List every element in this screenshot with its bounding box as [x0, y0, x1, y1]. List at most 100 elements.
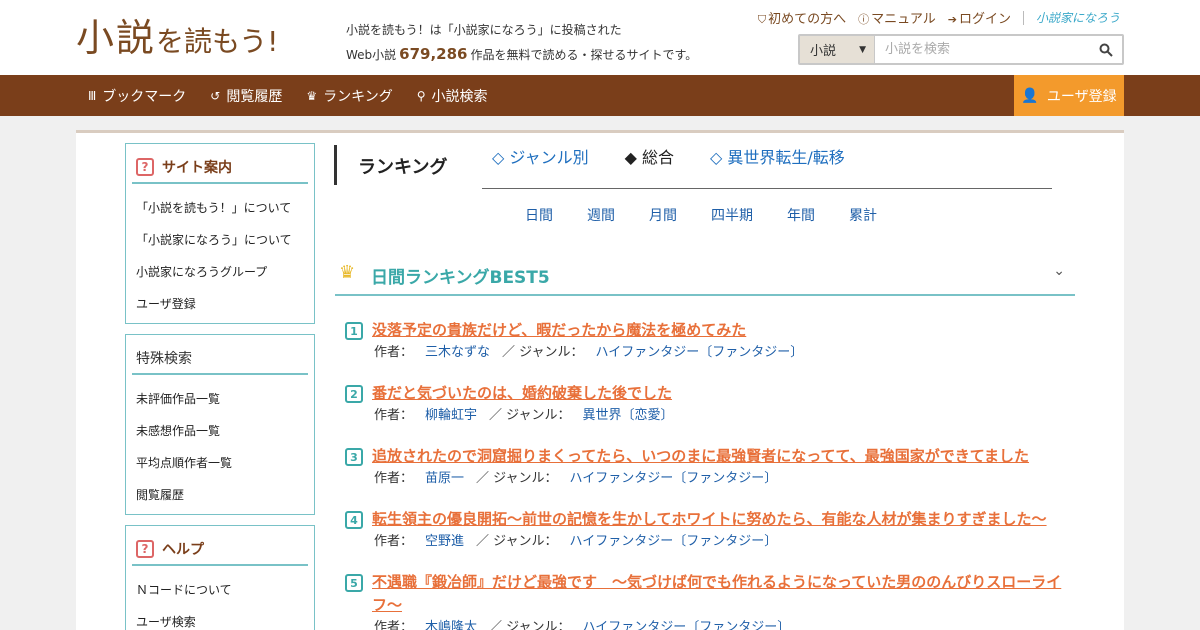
help-heading: ? ヘルプ — [132, 534, 308, 566]
period-tabs: 日間 週間 月間 四半期 年間 累計 — [525, 205, 911, 225]
period-daily[interactable]: 日間 — [525, 205, 553, 225]
ranking-tabs: ◇ ジャンル別 ◆ 総合 ◇ 異世界転生/転移 — [482, 144, 1052, 189]
sidebar-item-unrated[interactable]: 未評価作品一覧 — [126, 383, 314, 415]
site-logo[interactable]: 小説 を読もう! — [76, 12, 278, 62]
ranking-entry: 2 番だと気づいたのは、婚約破棄した後でした 作者： 柳輪虹宇 ／ ジャンル： 異世界… — [345, 382, 1065, 425]
novel-title-link[interactable]: 不遇職『鍛冶師』だけど最強です ～気づけば何でも作れるようになっていた男ののんび… — [345, 571, 1065, 617]
sidebar-item-user-search[interactable]: ユーザ検索 — [126, 606, 314, 630]
sidebar-item-about-narou[interactable]: 「小説家になろう」について — [126, 224, 314, 256]
search-bar: 小説 ▼ — [798, 34, 1124, 65]
author-link[interactable]: 柳輪虹宇 — [425, 408, 477, 423]
question-icon: ? — [136, 158, 154, 176]
nav-item-ranking[interactable]: ♛ ランキング — [306, 86, 392, 106]
author-link[interactable]: 苗原一 — [425, 471, 464, 486]
nav-label: 小説検索 — [431, 88, 488, 105]
period-quarterly[interactable]: 四半期 — [711, 205, 753, 225]
beginner-link[interactable]: ⛉ 初めての方へ — [758, 8, 846, 27]
sidebar-item-avg-authors[interactable]: 平均点順作者一覧 — [126, 447, 314, 479]
chevron-down-icon[interactable]: ⌄ — [1053, 263, 1065, 279]
sidebar-item-about-yomou[interactable]: 「小説を読もう！」について — [126, 192, 314, 224]
site-header: 小説 を読もう! 小説を読もう！は「小説家になろう」に投稿された Web小説 67… — [0, 0, 1200, 75]
page-title: ランキング — [358, 157, 448, 178]
manual-link[interactable]: ⓘ マニュアル — [858, 8, 936, 27]
main-nav: Ⅲ ブックマーク ↺ 閲覧履歴 ♛ ランキング ⚲ 小説検索 👤 ユーザ登録 — [0, 75, 1200, 116]
search-type-value: 小説 — [810, 44, 837, 59]
rank-badge: 5 — [345, 574, 363, 592]
tagline-prefix: Web小説 — [346, 48, 397, 62]
register-label: ユーザ登録 — [1046, 88, 1117, 105]
genre-link[interactable]: ハイファンタジー〔ファンタジー〕 — [596, 345, 804, 360]
author-link[interactable]: 木嶋隆太 — [425, 620, 477, 630]
tab-genre[interactable]: ◇ ジャンル別 — [492, 144, 589, 188]
entry-meta: 作者： 柳輪虹宇 ／ ジャンル： 異世界〔恋愛〕 — [345, 407, 1065, 425]
nav-item-bookmark[interactable]: Ⅲ ブックマーク — [88, 86, 186, 106]
rank-badge: 1 — [345, 322, 363, 340]
best5-header[interactable]: ♛ 日間ランキングBEST5 ⌄ — [335, 251, 1075, 296]
author-link[interactable]: 空野進 — [425, 534, 464, 549]
tab-overall[interactable]: ◆ 総合 — [625, 144, 674, 188]
top-nav: ⛉ 初めての方へ ⓘ マニュアル ➔ ログイン 小説家になろう — [758, 8, 1120, 27]
narou-label: 小説家になろう — [1035, 11, 1120, 25]
ranking-entry: 4 転生領主の優良開拓〜前世の記憶を生かしてホワイトに努めたら、有能な人材が集ま… — [345, 508, 1065, 551]
rank-badge: 2 — [345, 385, 363, 403]
period-total[interactable]: 累計 — [849, 205, 877, 225]
genre-label: ／ ジャンル： — [489, 620, 571, 630]
special-search-title: 特殊検索 — [136, 351, 192, 367]
tab-isekai[interactable]: ◇ 異世界転生/転移 — [710, 144, 845, 188]
period-yearly[interactable]: 年間 — [787, 205, 815, 225]
genre-label: ／ ジャンル： — [502, 345, 584, 360]
genre-label: ／ ジャンル： — [489, 408, 571, 423]
sidebar-special-search: 特殊検索 未評価作品一覧 未感想作品一覧 平均点順作者一覧 閲覧履歴 — [125, 334, 315, 515]
tagline-line2: Web小説 679,286 作品を無料で読める・探せるサイトです。 — [346, 42, 697, 67]
novel-title-link[interactable]: 没落予定の貴族だけど、暇だったから魔法を極めてみた — [345, 319, 1065, 342]
ranking-entry: 3 追放されたので洞窟掘りまくってたら、いつのまに最強賢者になってて、最強国家が… — [345, 445, 1065, 488]
nav-item-search[interactable]: ⚲ 小説検索 — [417, 86, 488, 106]
sidebar-item-register[interactable]: ユーザ登録 — [126, 288, 314, 320]
entry-meta: 作者： 三木なずな ／ ジャンル： ハイファンタジー〔ファンタジー〕 — [345, 344, 1065, 362]
author-label: 作者： — [374, 408, 414, 423]
main-content: ? サイト案内 「小説を読もう！」について 「小説家になろう」について 小説家に… — [76, 130, 1124, 630]
narou-logo-link[interactable]: 小説家になろう — [1036, 9, 1120, 26]
user-icon: 👤 — [1021, 87, 1039, 104]
logo-main-text: 小説 — [76, 16, 157, 60]
history-icon: ↺ — [210, 88, 221, 103]
search-type-select[interactable]: 小説 ▼ — [800, 36, 875, 63]
sidebar-item-narou-group[interactable]: 小説家になろうグループ — [126, 256, 314, 288]
tagline-line1: 小説を読もう！は「小説家になろう」に投稿された — [346, 23, 622, 37]
period-monthly[interactable]: 月間 — [649, 205, 677, 225]
search-input[interactable] — [875, 36, 1090, 63]
ranking-entry: 1 没落予定の貴族だけど、暇だったから魔法を極めてみた 作者： 三木なずな ／ ジャ… — [345, 319, 1065, 362]
search-button[interactable] — [1090, 36, 1122, 63]
search-icon — [1099, 43, 1113, 57]
nav-label: ブックマーク — [102, 88, 187, 105]
help-circle-icon: ⓘ — [858, 13, 870, 26]
chevron-down-icon: ▼ — [859, 44, 866, 55]
author-link[interactable]: 三木なずな — [425, 345, 490, 360]
genre-link[interactable]: ハイファンタジー〔ファンタジー〕 — [570, 471, 778, 486]
nav-label: 閲覧履歴 — [226, 88, 283, 105]
register-button[interactable]: 👤 ユーザ登録 — [1014, 75, 1124, 116]
genre-link[interactable]: 異世界〔恋愛〕 — [583, 408, 674, 423]
crown-icon: ♛ — [306, 88, 318, 103]
entry-meta: 作者： 木嶋隆太 ／ ジャンル： ハイファンタジー〔ファンタジー〕 — [345, 619, 1065, 630]
author-label: 作者： — [374, 345, 414, 360]
special-search-heading: 特殊検索 — [132, 343, 308, 375]
sidebar-item-no-review[interactable]: 未感想作品一覧 — [126, 415, 314, 447]
author-label: 作者： — [374, 534, 414, 549]
novel-title-link[interactable]: 追放されたので洞窟掘りまくってたら、いつのまに最強賢者になってて、最強国家ができ… — [345, 445, 1065, 468]
nav-divider — [1022, 10, 1024, 25]
author-label: 作者： — [374, 620, 414, 630]
genre-link[interactable]: ハイファンタジー〔ファンタジー〕 — [583, 620, 791, 630]
period-weekly[interactable]: 週間 — [587, 205, 615, 225]
work-count: 679,286 — [399, 45, 468, 63]
novel-title-link[interactable]: 番だと気づいたのは、婚約破棄した後でした — [345, 382, 1065, 405]
sidebar-site-guide: ? サイト案内 「小説を読もう！」について 「小説家になろう」について 小説家に… — [125, 143, 315, 324]
sidebar-item-history[interactable]: 閲覧履歴 — [126, 479, 314, 511]
logo-sub-text: を読もう! — [156, 25, 279, 58]
nav-item-history[interactable]: ↺ 閲覧履歴 — [210, 86, 282, 106]
login-icon: ➔ — [947, 13, 957, 26]
sidebar-item-ncode[interactable]: Ｎコードについて — [126, 574, 314, 606]
genre-link[interactable]: ハイファンタジー〔ファンタジー〕 — [570, 534, 778, 549]
novel-title-link[interactable]: 転生領主の優良開拓〜前世の記憶を生かしてホワイトに努めたら、有能な人材が集まりす… — [345, 508, 1065, 531]
login-link[interactable]: ➔ ログイン — [948, 8, 1011, 27]
